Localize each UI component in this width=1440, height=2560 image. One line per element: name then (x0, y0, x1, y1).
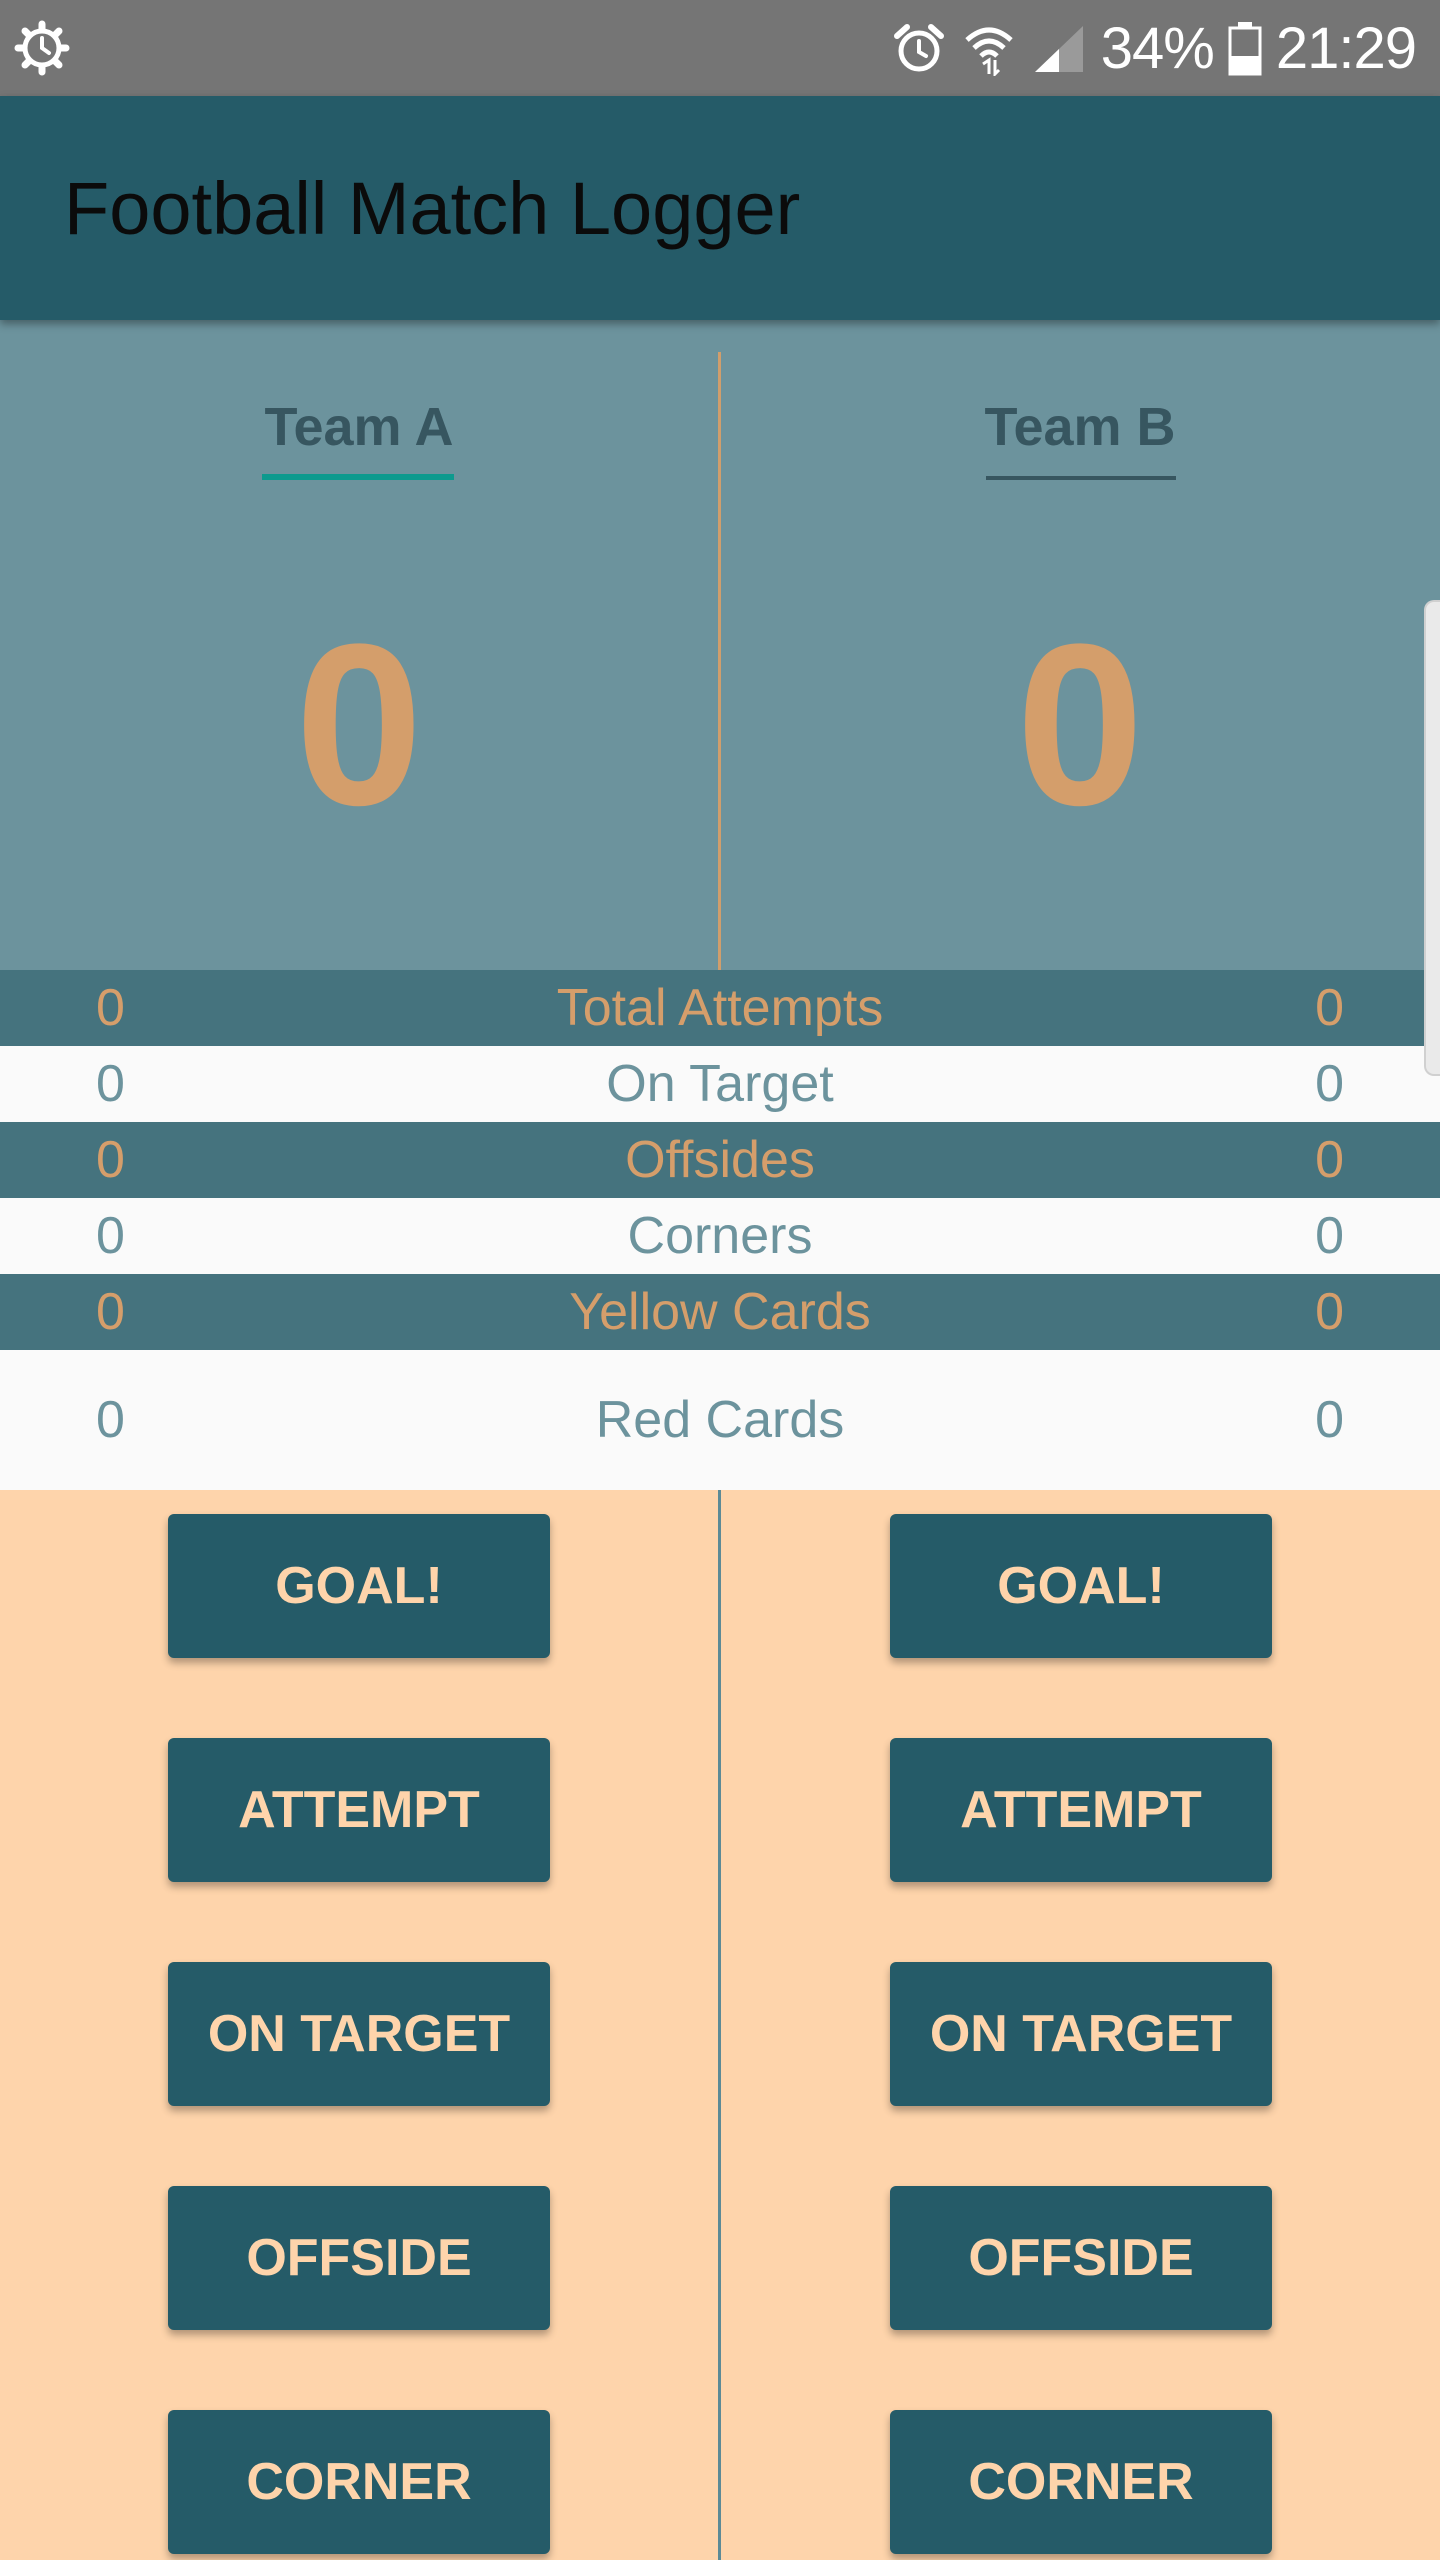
stat-label: Offsides (625, 1131, 815, 1189)
team-b-attempt-button[interactable]: ATTEMPT (890, 1738, 1272, 1882)
team-b-stat-value: 0 (1315, 1131, 1344, 1189)
wifi-icon (965, 27, 1013, 76)
team-b-score: 0 (1016, 596, 1144, 853)
buttons-divider (718, 1490, 721, 2560)
team-a-offside-button[interactable]: OFFSIDE (168, 2186, 550, 2330)
stat-row-on-target: 0 On Target 0 (0, 1046, 1440, 1122)
alarm-icon (893, 24, 944, 72)
battery-percent: 34% (1100, 15, 1215, 81)
team-b-offside-button[interactable]: OFFSIDE (890, 2186, 1272, 2330)
scoreboard: Team A Team B 0 0 (0, 320, 1440, 1076)
action-buttons-area: GOAL! GOAL! ATTEMPT ATTEMPT ON TARGET ON… (0, 1490, 1440, 2560)
stat-label: On Target (606, 1055, 834, 1113)
team-a-corner-button[interactable]: CORNER (168, 2410, 550, 2554)
side-panel-handle[interactable] (1424, 600, 1440, 1076)
tab-team-b[interactable]: Team B (930, 396, 1230, 458)
app-bar: Football Match Logger (0, 96, 1440, 320)
team-a-score: 0 (295, 596, 423, 853)
stat-label: Total Attempts (556, 979, 884, 1037)
stat-row-total-attempts: 0 Total Attempts 0 (0, 970, 1440, 1046)
team-b-stat-value: 0 (1315, 1391, 1344, 1449)
team-b-corner-button[interactable]: CORNER (890, 2410, 1272, 2554)
battery-icon (1228, 22, 1262, 76)
app-title: Football Match Logger (64, 167, 801, 250)
team-a-attempt-button[interactable]: ATTEMPT (168, 1738, 550, 1882)
team-b-stat-value: 0 (1315, 1207, 1344, 1265)
stat-label: Yellow Cards (569, 1283, 871, 1341)
stat-label: Corners (627, 1207, 813, 1265)
team-a-on-target-button[interactable]: ON TARGET (168, 1962, 550, 2106)
stats-table: 0 Total Attempts 0 0 On Target 0 0 Offsi… (0, 970, 1440, 1490)
team-b-underline (986, 476, 1176, 480)
stat-row-corners: 0 Corners 0 (0, 1198, 1440, 1274)
signal-icon (1034, 26, 1083, 72)
team-b-stat-value: 0 (1315, 979, 1344, 1037)
team-b-on-target-button[interactable]: ON TARGET (890, 1962, 1272, 2106)
team-b-stat-value: 0 (1315, 1283, 1344, 1341)
team-a-goal-button[interactable]: GOAL! (168, 1514, 550, 1658)
status-bar: 34% 21:29 (0, 0, 1440, 96)
stat-label: Red Cards (595, 1391, 845, 1449)
team-b-goal-button[interactable]: GOAL! (890, 1514, 1272, 1658)
stat-row-yellow-cards: 0 Yellow Cards 0 (0, 1274, 1440, 1350)
stat-row-offsides: 0 Offsides 0 (0, 1122, 1440, 1198)
team-a-tab-indicator (262, 474, 454, 480)
score-divider (718, 352, 721, 970)
settings-gear-icon (14, 20, 70, 76)
tab-team-a[interactable]: Team A (209, 396, 509, 458)
stat-row-red-cards: 0 Red Cards 0 (0, 1350, 1440, 1490)
team-b-stat-value: 0 (1315, 1055, 1344, 1113)
status-time: 21:29 (1275, 15, 1417, 81)
